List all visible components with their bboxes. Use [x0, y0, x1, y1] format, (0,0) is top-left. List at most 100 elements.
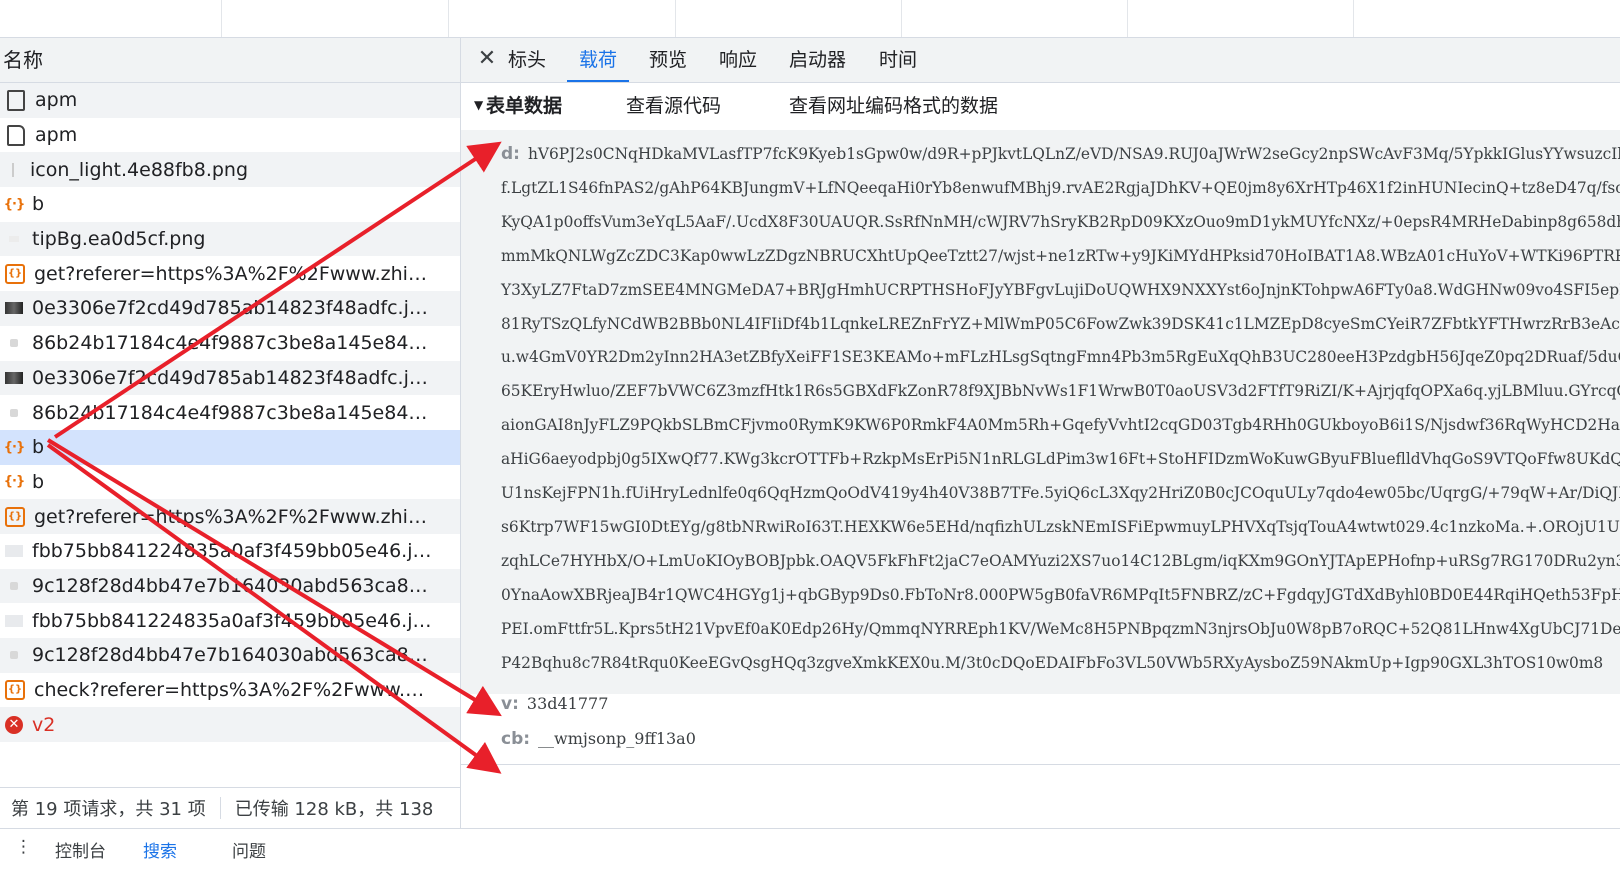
document-icon — [7, 89, 25, 111]
top-strip — [0, 0, 1620, 38]
request-row[interactable]: {} get?referer=https%3A%2F%2Fwww.zhihu...… — [0, 256, 460, 291]
xhr-icon: {} — [5, 506, 25, 527]
top-strip-divider — [1353, 0, 1354, 37]
tab-timing[interactable]: 时间 — [879, 38, 917, 82]
form-data-header: ▼ 表单数据 查看源代码 查看网址编码格式的数据 — [461, 86, 1620, 126]
param-d-row: d: hV6PJ2s0CNqHDkaMVLasfTP7fcK9Kyeb1sGpw0… — [461, 130, 1620, 694]
detail-tabs: ✕ 标头 载荷 预览 响应 启动器 时间 — [461, 38, 1620, 83]
image-icon — [5, 614, 23, 627]
request-name: fbb75bb841224835a0af3f459bb05e46.jpg — [32, 540, 432, 563]
request-row[interactable]: fbb75bb841224835a0af3f459bb05e46.jpg — [0, 603, 460, 638]
payload-divider — [461, 764, 1620, 765]
request-name: tipBg.ea0d5cf.png — [32, 228, 206, 251]
param-d-text: hV6PJ2s0CNqHDkaMVLasfTP7fcK9Kyeb1sGpw0w/… — [501, 145, 1620, 672]
request-name: 86b24b17184c4e4f9887c3be8a145e84.png — [32, 332, 432, 355]
view-url-encoded-link[interactable]: 查看网址编码格式的数据 — [789, 91, 998, 118]
image-icon — [10, 339, 18, 348]
request-row[interactable]: 86b24b17184c4e4f9887c3be8a145e84.png — [0, 395, 460, 430]
request-name: 86b24b17184c4e4f9887c3be8a145e84.png — [32, 401, 432, 424]
network-status-bar: 第 19 项请求，共 31 项 已传输 128 kB，共 138 — [0, 787, 460, 828]
request-row[interactable]: icon_light.4e88fb8.png — [0, 152, 460, 188]
request-row[interactable]: {} check?referer=https%3A%2F%2Fwww.zhih..… — [0, 673, 460, 708]
image-icon — [12, 162, 14, 177]
name-column-header[interactable]: 名称 — [0, 38, 460, 83]
param-v-key: v: — [501, 694, 519, 714]
script-icon: {·} — [3, 196, 25, 212]
drawer-tabs: ⋮ 控制台 搜索 问题 — [0, 828, 1620, 874]
request-name: get?referer=https%3A%2F%2Fwww.zhihu.... — [34, 505, 434, 528]
request-name: get?referer=https%3A%2F%2Fwww.zhihu.... — [34, 262, 434, 285]
request-name: v2 — [32, 713, 56, 736]
request-name: b — [32, 470, 45, 493]
tab-preview[interactable]: 预览 — [649, 38, 687, 82]
image-icon — [5, 545, 23, 558]
tab-initiator[interactable]: 启动器 — [789, 38, 846, 82]
param-cb-value: __wmjsonp_9ff13a0 — [538, 729, 696, 748]
request-name: 9c128f28d4bb47e7b164030abd563ca8.png — [32, 574, 432, 597]
image-icon — [5, 302, 23, 315]
request-name: 0e3306e7f2cd49d785ab14823f48adfc.jpg — [32, 297, 432, 320]
view-source-link[interactable]: 查看源代码 — [626, 91, 721, 118]
document-icon — [7, 124, 25, 146]
param-v-row: v: 33d41777 — [501, 694, 608, 714]
request-row[interactable]: {·} b — [0, 187, 460, 222]
script-icon: {·} — [3, 474, 25, 490]
image-icon — [5, 371, 23, 384]
drawer-tab-search[interactable]: 搜索 — [143, 837, 177, 862]
tab-response[interactable]: 响应 — [719, 38, 757, 82]
image-icon — [10, 651, 18, 660]
request-name: icon_light.4e88fb8.png — [30, 158, 249, 181]
request-row[interactable]: {·} b — [0, 429, 460, 465]
form-data-title[interactable]: 表单数据 — [486, 91, 562, 118]
transfer-size: 已传输 128 kB，共 138 — [234, 799, 434, 820]
script-icon: {·} — [3, 439, 25, 455]
request-row[interactable]: fbb75bb841224835a0af3f459bb05e46.jpg — [0, 534, 460, 569]
top-strip-divider — [448, 0, 449, 37]
request-name: 0e3306e7f2cd49d785ab14823f48adfc.jpg — [32, 366, 432, 389]
request-name: b — [32, 436, 45, 459]
request-row[interactable]: tipBg.ea0d5cf.png — [0, 221, 460, 257]
request-row[interactable]: apm — [0, 118, 460, 153]
request-row[interactable]: 0e3306e7f2cd49d785ab14823f48adfc.jpg — [0, 291, 460, 326]
drawer-tab-console[interactable]: 控制台 — [55, 837, 106, 862]
request-row[interactable]: apm — [0, 83, 460, 118]
request-name: fbb75bb841224835a0af3f459bb05e46.jpg — [32, 609, 432, 632]
request-name: 9c128f28d4bb47e7b164030abd563ca8.png — [32, 644, 432, 667]
status-separator — [219, 797, 221, 819]
request-row[interactable]: ✕ v2 — [0, 707, 460, 743]
request-row[interactable]: 86b24b17184c4e4f9887c3be8a145e84.png — [0, 326, 460, 361]
param-d-key: d: — [501, 144, 520, 164]
drawer-menu-icon[interactable]: ⋮ — [15, 837, 32, 857]
param-v-value: 33d41777 — [526, 694, 609, 713]
request-rows: apm apm icon_light.4e88fb8.png {·} b tipBg.ea… — [0, 83, 460, 743]
error-icon: ✕ — [5, 715, 23, 734]
request-name: b — [32, 193, 45, 216]
request-row[interactable]: {·} b — [0, 465, 460, 500]
top-strip-divider — [901, 0, 902, 37]
collapse-triangle-icon[interactable]: ▼ — [474, 98, 483, 112]
request-row[interactable]: 9c128f28d4bb47e7b164030abd563ca8.png — [0, 568, 460, 604]
top-strip-divider — [221, 0, 222, 37]
param-cb-row: cb: __wmjsonp_9ff13a0 — [501, 729, 696, 749]
param-cb-key: cb: — [501, 729, 531, 749]
request-count: 第 19 项请求，共 31 项 — [11, 799, 206, 820]
drawer-tab-issues[interactable]: 问题 — [232, 837, 266, 862]
xhr-icon: {} — [5, 263, 25, 284]
image-icon — [9, 236, 19, 243]
request-row[interactable]: 9c128f28d4bb47e7b164030abd563ca8.png — [0, 638, 460, 673]
request-row[interactable]: 0e3306e7f2cd49d785ab14823f48adfc.jpg — [0, 360, 460, 396]
tab-headers[interactable]: 标头 — [508, 38, 546, 82]
top-strip-divider — [1127, 0, 1128, 37]
request-list-panel: 名称 apm apm icon_light.4e88fb8.png {·} b tipBg… — [0, 38, 461, 856]
close-icon[interactable]: ✕ — [476, 48, 498, 70]
request-name: apm — [35, 89, 78, 112]
image-icon — [10, 408, 18, 417]
image-icon — [10, 581, 18, 590]
request-name: apm — [35, 124, 78, 147]
request-name: check?referer=https%3A%2F%2Fwww.zhih... — [34, 679, 434, 702]
xhr-icon: {} — [5, 680, 25, 701]
top-strip-divider — [675, 0, 676, 37]
request-detail-panel: ✕ 标头 载荷 预览 响应 启动器 时间 ▼ 表单数据 查看源代码 查看网址编码… — [461, 38, 1620, 828]
tab-payload[interactable]: 载荷 — [566, 38, 630, 82]
request-row[interactable]: {} get?referer=https%3A%2F%2Fwww.zhihu...… — [0, 499, 460, 534]
